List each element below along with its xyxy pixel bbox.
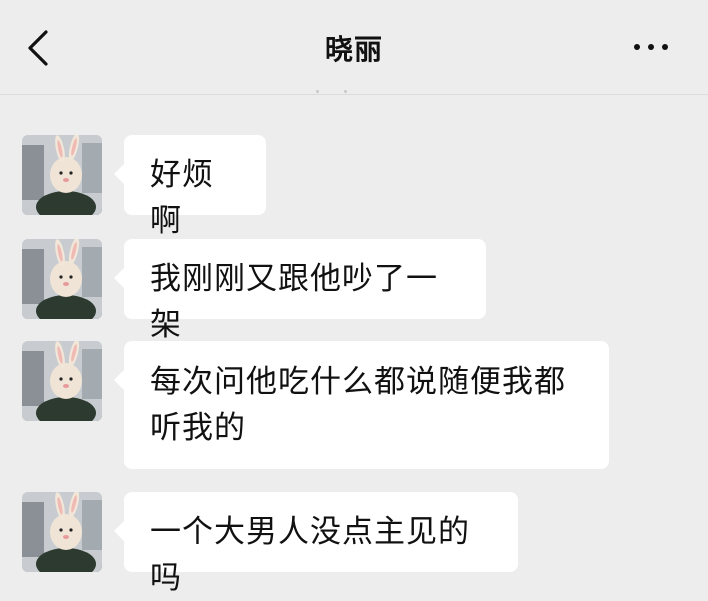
chat-header: 晓丽 <box>0 0 708 95</box>
rabbit-avatar-icon <box>22 492 102 572</box>
avatar[interactable] <box>22 239 102 319</box>
more-button[interactable] <box>632 40 672 54</box>
rabbit-avatar-icon <box>22 135 102 215</box>
avatar[interactable] <box>22 341 102 421</box>
ellipsis-icon-dot-3 <box>662 44 668 50</box>
ellipsis-icon-dot-2 <box>648 44 654 50</box>
message-bubble[interactable]: 每次问他吃什么都说随便我都听我的 <box>114 341 609 469</box>
rabbit-avatar-icon <box>22 341 102 421</box>
avatar[interactable] <box>22 135 102 215</box>
ellipsis-icon-dot-1 <box>634 44 640 50</box>
avatar[interactable] <box>22 492 102 572</box>
message-bubble[interactable]: 一个大男人没点主见的吗 <box>114 492 518 596</box>
rabbit-avatar-icon <box>22 239 102 319</box>
pull-indicator <box>314 88 350 96</box>
message-bubble[interactable]: 我刚刚又跟他吵了一架 <box>114 239 486 343</box>
message-bubble[interactable]: 好烦啊 <box>114 135 266 239</box>
chat-title: 晓丽 <box>324 33 383 66</box>
